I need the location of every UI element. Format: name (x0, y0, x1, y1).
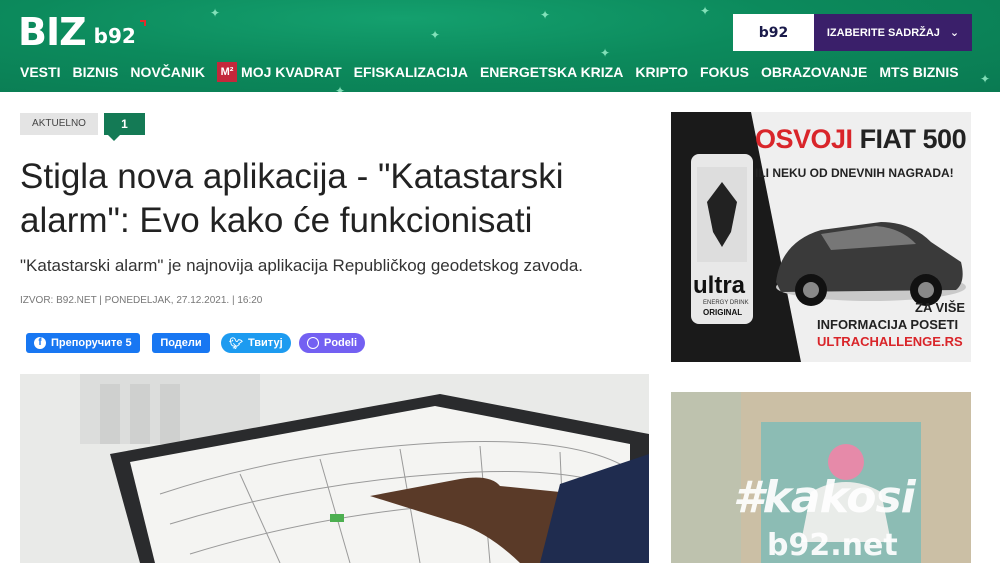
nav-item-kripto[interactable]: KRIPTO (635, 64, 688, 80)
nav-item-obrazovanje[interactable]: OBRAZOVANJE (761, 64, 867, 80)
nav-item-energetska-kriza[interactable]: ENERGETSKA KRIZA (480, 64, 623, 80)
logo-b92-text: b92 (94, 20, 146, 46)
content-select-dropdown[interactable]: IZABERITE SADRŽAJ ⌄ (814, 14, 972, 51)
ad-can-variant: ORIGINAL (703, 308, 743, 317)
ad-headline: OSVOJI FIAT 500 (755, 124, 967, 154)
article-subtitle: "Katastarski alarm" je najnovija aplikac… (20, 256, 583, 275)
sparkle-icon: ✦ (430, 28, 441, 42)
twitter-icon: 🐦︎ (229, 337, 243, 350)
ad-can-sub: ENERGY DRINK (703, 300, 749, 306)
kakosi-hashtag: #kakosi (733, 472, 916, 523)
facebook-recommend-button[interactable]: f Препоручите 5 (26, 333, 140, 353)
viber-button[interactable]: Podeli (299, 333, 366, 353)
sparkle-icon: ✦ (700, 4, 711, 18)
twitter-button[interactable]: 🐦︎ Твитуј (221, 333, 291, 353)
chevron-down-icon: ⌄ (949, 27, 960, 39)
site-logo[interactable]: BIZ b92 (18, 10, 146, 54)
tablet-map-illustration (20, 374, 649, 563)
article-meta: IZVOR: B92.NET | PONEDELJAK, 27.12.2021.… (20, 295, 263, 306)
category-tag[interactable]: AKTUELNO (20, 113, 98, 135)
sparkle-icon: ✦ (335, 84, 346, 92)
ad-info-2: INFORMACIJA POSETI (817, 317, 959, 332)
ad-subheadline: ILI NEKU OD DNEVNIH NAGRADA! (755, 166, 954, 180)
article-photo (20, 374, 649, 563)
nav-item-vesti[interactable]: VESTI (20, 64, 60, 80)
nav-item-fokus[interactable]: FOKUS (700, 64, 749, 80)
m2-icon: m² (217, 62, 238, 82)
b92-home-button[interactable]: b92 (733, 14, 814, 51)
kakosi-promo[interactable]: #kakosi b92.net (671, 392, 971, 563)
logo-biz-text: BIZ (18, 10, 87, 54)
viber-icon (307, 337, 319, 349)
site-header: ✦ ✦ ✦ ✦ ✦ ✦ ✦ BIZ b92 b92 IZABERITE SADR… (0, 0, 1000, 92)
ad-url[interactable]: ULTRACHALLENGE.RS (817, 334, 963, 349)
main-nav: VESTI BIZNIS NOVČANIK m² MOJ KVADRAT EFI… (20, 62, 971, 82)
ad-can-brand: ultra (693, 272, 746, 299)
sparkle-icon: ✦ (600, 46, 611, 60)
nav-item-mts-biznis[interactable]: MTS BIZNIS (879, 64, 958, 80)
facebook-share-button[interactable]: Подели (152, 333, 210, 353)
ad-info-1: ZA VIŠE (915, 300, 966, 315)
nav-item-efiskalizacija[interactable]: EFISKALIZACIJA (354, 64, 468, 80)
article-title: Stigla nova aplikacija - "Katastarski al… (20, 157, 564, 240)
sparkle-icon: ✦ (210, 6, 221, 20)
sparkle-icon: ✦ (540, 8, 551, 22)
nav-item-novcanik[interactable]: NOVČANIK (130, 64, 205, 80)
comment-count-badge[interactable]: 1 (104, 113, 145, 141)
sparkle-icon: ✦ (980, 72, 991, 86)
ultra-fiat-ad[interactable]: OSVOJI FIAT 500 ILI NEKU OD DNEVNIH NAGR… (671, 112, 971, 362)
kakosi-site: b92.net (767, 528, 898, 563)
facebook-icon: f (34, 337, 46, 349)
nav-item-biznis[interactable]: BIZNIS (72, 64, 118, 80)
nav-item-moj-kvadrat[interactable]: m² MOJ KVADRAT (217, 62, 342, 82)
select-label: IZABERITE SADRŽAJ (826, 26, 940, 39)
